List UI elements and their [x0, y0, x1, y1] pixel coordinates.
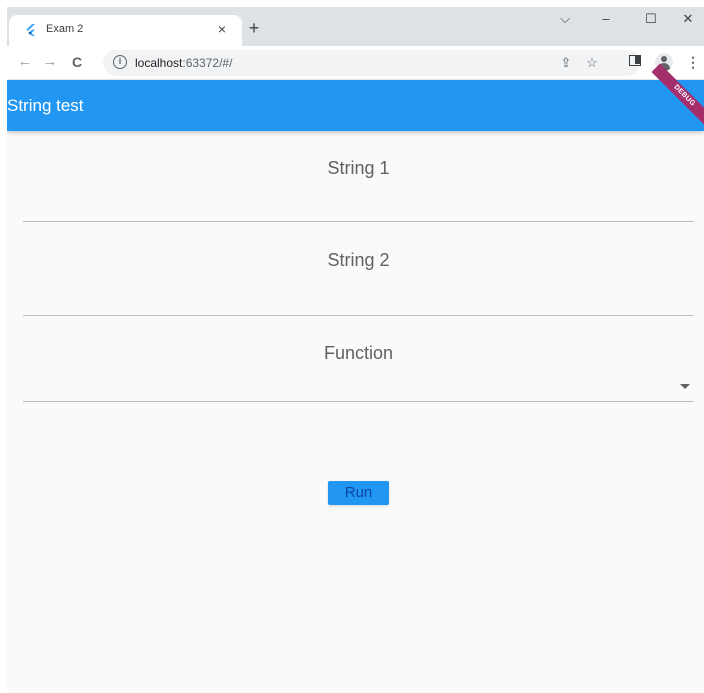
string2-field[interactable]: String 2: [23, 222, 694, 316]
new-tab-button[interactable]: +: [246, 19, 262, 37]
close-window-button[interactable]: ✕: [678, 11, 698, 27]
page-title: String test: [7, 96, 84, 115]
flutter-icon: [26, 24, 35, 36]
tab-strip: Exam 2 × + ⌵ – ☐ ✕: [7, 7, 704, 46]
site-info-icon[interactable]: i: [113, 55, 127, 69]
url-path: :63372/#/: [182, 56, 233, 70]
reload-button[interactable]: C: [69, 54, 85, 70]
minimize-button[interactable]: –: [596, 11, 616, 26]
tab-title: Exam 2: [46, 23, 84, 35]
run-button[interactable]: Run: [328, 481, 389, 505]
browser-menu-icon[interactable]: ⋮: [686, 54, 700, 71]
tab-exam-2[interactable]: Exam 2 ×: [9, 15, 242, 46]
app-bar: String test DEBUG: [7, 63, 704, 131]
forward-button[interactable]: →: [42, 54, 58, 70]
side-panel-icon[interactable]: [629, 55, 641, 66]
url-text: localhost:63372/#/: [135, 56, 232, 70]
browser-window: Exam 2 × + ⌵ – ☐ ✕ ← → C i localhost:633…: [7, 7, 704, 693]
back-button[interactable]: ←: [17, 54, 33, 70]
function-dropdown[interactable]: Function: [23, 316, 694, 402]
string1-field[interactable]: String 1: [23, 131, 694, 222]
maximize-button[interactable]: ☐: [641, 11, 661, 27]
dropdown-arrow-icon[interactable]: [680, 384, 690, 389]
tab-search-icon[interactable]: ⌵: [555, 11, 575, 27]
share-icon[interactable]: ⇪: [558, 55, 574, 71]
browser-toolbar: ← → C i localhost:63372/#/ ⇪ ☆ ⋮: [7, 46, 704, 80]
string2-label: String 2: [327, 250, 390, 270]
bookmark-star-icon[interactable]: ☆: [584, 55, 600, 71]
function-label: Function: [323, 343, 394, 363]
address-bar[interactable]: i localhost:63372/#/ ⇪ ☆: [103, 50, 640, 76]
tab-close-icon[interactable]: ×: [214, 21, 230, 37]
url-host: localhost: [135, 56, 183, 70]
string1-label: String 1: [327, 158, 390, 178]
